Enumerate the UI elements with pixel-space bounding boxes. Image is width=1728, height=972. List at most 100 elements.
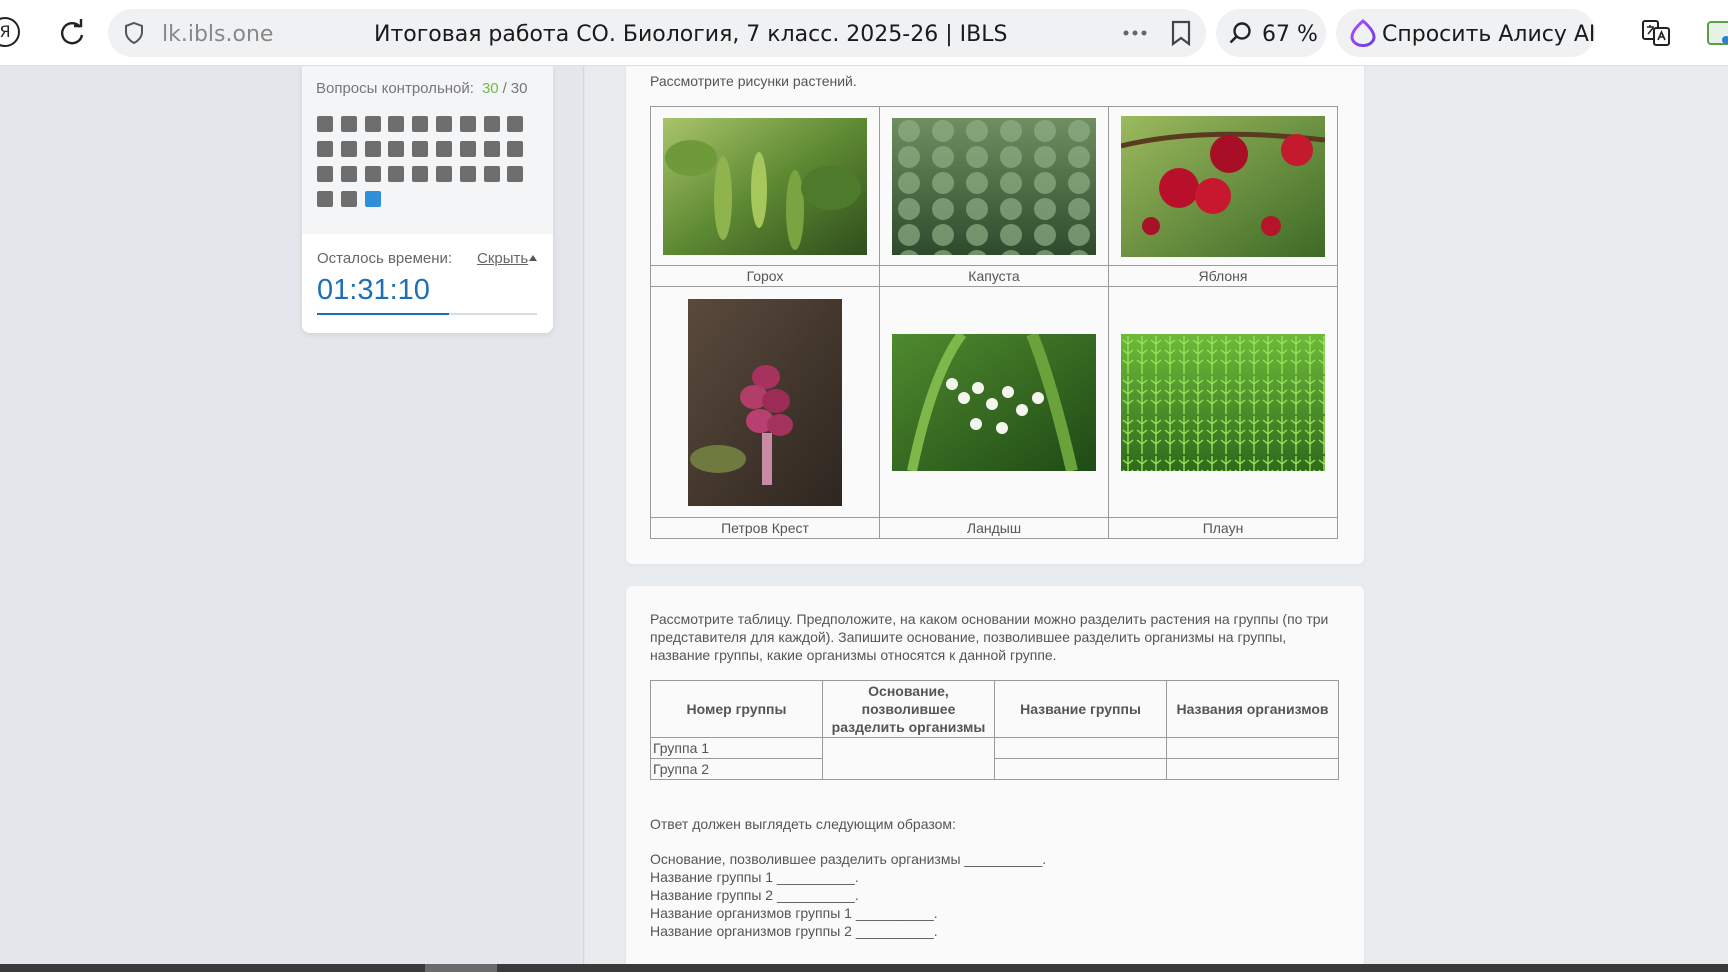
group-label: Группа 2	[650, 758, 823, 780]
answer-line: Основание, позволившее разделить организ…	[650, 851, 1047, 867]
plant-caption: Ландыш	[879, 517, 1109, 539]
reload-icon[interactable]	[56, 17, 88, 49]
question-nav-button[interactable]	[340, 191, 357, 207]
question-nav-button[interactable]	[412, 116, 429, 132]
table-row: Группа 2	[650, 758, 1339, 780]
extension-icon[interactable]	[1706, 18, 1728, 48]
question-nav-button[interactable]	[340, 141, 357, 157]
question-card-groups: Рассмотрите таблицу. Предположите, на ка…	[626, 586, 1364, 972]
hide-timer-link[interactable]: Скрыть	[477, 250, 537, 267]
plant-cell	[650, 106, 880, 266]
question-nav-button[interactable]	[483, 141, 500, 157]
apple-tree-image	[1121, 115, 1325, 257]
cabbage-image	[892, 117, 1096, 255]
question-nav-button[interactable]	[507, 141, 524, 157]
answer-line: Название группы 2 __________.	[650, 887, 859, 903]
alice-icon	[1350, 19, 1376, 47]
table-cell	[822, 737, 995, 780]
question-nav-button[interactable]	[459, 141, 476, 157]
toothwort-image	[688, 298, 842, 506]
question-nav-button[interactable]	[388, 141, 405, 157]
plant-caption: Горох	[650, 265, 880, 287]
answer-line: Название группы 1 __________.	[650, 869, 859, 885]
lily-of-the-valley-image	[892, 333, 1096, 471]
address-bar[interactable]: lk.ibls.one Итоговая работа СО. Биология…	[108, 9, 1206, 57]
question-nav-button[interactable]	[317, 116, 333, 132]
column-header: Названия организмов	[1166, 680, 1339, 738]
question-nav-button[interactable]	[507, 116, 524, 132]
questions-current: 30	[481, 80, 499, 97]
plant-cell	[1108, 286, 1338, 518]
clubmoss-image	[1121, 333, 1325, 471]
plant-cell	[879, 106, 1109, 266]
translate-icon[interactable]	[1640, 18, 1672, 48]
plants-table: Горох Капуста Яблоня Петров Крест Ландыш…	[650, 106, 1338, 539]
question-nav-button[interactable]	[483, 166, 500, 182]
question-nav-button[interactable]	[340, 166, 357, 182]
question-nav-button[interactable]	[507, 166, 524, 182]
question-nav-button[interactable]	[317, 191, 333, 207]
plant-caption: Плаун	[1108, 517, 1338, 539]
yandex-logo-icon[interactable]: Я	[0, 17, 20, 47]
plant-cell	[879, 286, 1109, 518]
question-nav-button[interactable]	[388, 116, 405, 132]
table-cell	[994, 758, 1167, 780]
plant-caption: Яблоня	[1108, 265, 1338, 287]
timer-label: Осталось времени:	[317, 250, 453, 267]
column-header: Основание, позволившее разделить организ…	[822, 680, 995, 738]
answer-line: Название организмов группы 2 __________.	[650, 923, 938, 939]
plant-cell	[1108, 106, 1338, 266]
caret-up-icon	[529, 255, 537, 261]
groups-table: Номер группы Основание, позволившее разд…	[650, 680, 1339, 780]
pea-image	[663, 117, 867, 255]
zoom-button[interactable]: 67 %	[1216, 9, 1326, 57]
questions-separator: /	[502, 80, 507, 97]
question-nav-button[interactable]	[412, 141, 429, 157]
plant-caption: Капуста	[879, 265, 1109, 287]
zoom-level: 67 %	[1262, 22, 1318, 47]
question-nav-button[interactable]	[317, 166, 333, 182]
question-nav-button[interactable]	[483, 116, 500, 132]
question-grid	[317, 116, 527, 207]
table-cell	[1166, 737, 1339, 759]
timer-box: Осталось времени: Скрыть 01:31:10	[302, 234, 553, 333]
question-nav-button[interactable]	[364, 166, 381, 182]
answer-format-intro: Ответ должен выглядеть следующим образом…	[650, 816, 956, 832]
page-title: Итоговая работа СО. Биология, 7 класс. 2…	[374, 22, 1008, 47]
answer-line: Название организмов группы 1 __________.	[650, 905, 938, 921]
answer-format-lines: Основание, позволившее разделить организ…	[650, 850, 1046, 940]
question-nav-button[interactable]	[435, 141, 452, 157]
more-icon[interactable]	[1122, 29, 1148, 37]
question-nav-button[interactable]	[459, 166, 476, 182]
question-nav-button[interactable]	[412, 166, 429, 182]
questions-panel: Вопросы контрольной: 30/30 Осталось време…	[302, 66, 553, 333]
address-domain: lk.ibls.one	[162, 22, 274, 47]
column-header: Номер группы	[650, 680, 823, 738]
question-nav-button[interactable]	[435, 116, 452, 132]
question-nav-button[interactable]	[459, 116, 476, 132]
timer-progress	[317, 313, 537, 315]
question-nav-button[interactable]	[340, 116, 357, 132]
hide-timer-label: Скрыть	[477, 250, 529, 267]
plant-cell	[650, 286, 880, 518]
zoom-search-icon	[1229, 22, 1251, 44]
table-cell	[1166, 758, 1339, 780]
horizontal-scrollbar[interactable]	[0, 964, 1728, 972]
plant-caption: Петров Крест	[650, 517, 880, 539]
bookmark-icon[interactable]	[1170, 20, 1192, 46]
question-nav-button[interactable]	[364, 116, 381, 132]
questions-total: 30	[510, 80, 528, 97]
timer-progress-fill	[317, 313, 449, 315]
question-nav-button[interactable]	[388, 166, 405, 182]
question-nav-button[interactable]	[364, 191, 381, 207]
timer-value: 01:31:10	[317, 274, 430, 306]
ask-alice-label: Спросить Алису AI	[1382, 22, 1596, 47]
scrollbar-thumb[interactable]	[425, 964, 497, 972]
shield-icon[interactable]	[122, 21, 146, 45]
question-nav-button[interactable]	[435, 166, 452, 182]
question-nav-button[interactable]	[364, 141, 381, 157]
browser-toolbar: Я lk.ibls.one Итоговая работа СО. Биолог…	[0, 0, 1728, 66]
question-card-plants: Рассмотрите рисунки растений. Горох Капу…	[626, 66, 1364, 564]
ask-alice-button[interactable]: Спросить Алису AI	[1336, 9, 1595, 57]
question-nav-button[interactable]	[317, 141, 333, 157]
